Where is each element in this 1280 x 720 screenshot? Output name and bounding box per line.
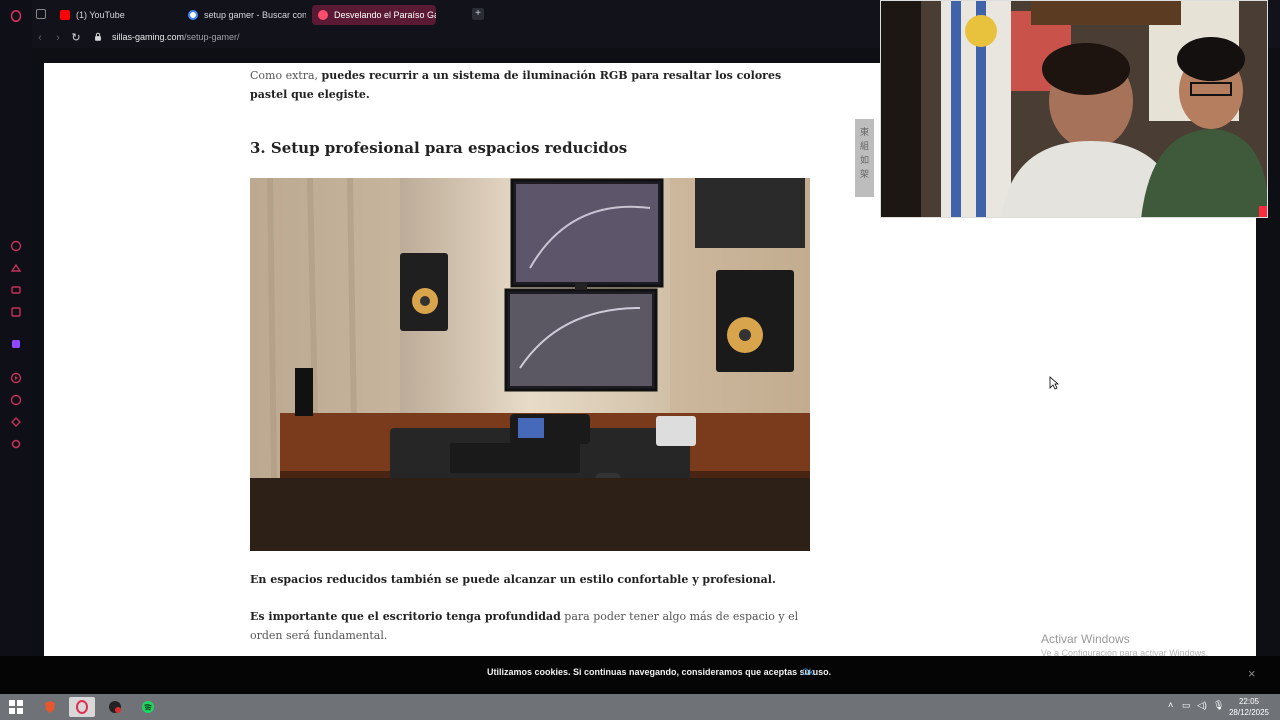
activate-windows-title: Activar Windows: [1041, 632, 1130, 646]
opera-gx-app-icon[interactable]: [69, 697, 95, 717]
paragraph-rgb: Como extra, puedes recurrir a un sistema…: [250, 66, 810, 104]
reload-icon[interactable]: ↻: [70, 32, 82, 44]
m-app-icon[interactable]: [8, 304, 24, 320]
clock-date: 28/12/2025: [1228, 708, 1270, 717]
tab-label: setup gamer - Buscar con: [204, 10, 306, 20]
text-bold: puedes recurrir a un sistema de iluminac…: [250, 69, 782, 101]
desk-setup-illustration: [250, 178, 810, 551]
messenger-icon[interactable]: [8, 282, 24, 298]
webcam-overlay: [880, 0, 1268, 218]
network-icon[interactable]: ▭: [1182, 700, 1191, 711]
lock-icon: [92, 32, 104, 44]
volume-icon[interactable]: ◁): [1197, 700, 1207, 711]
webcam-scene: [881, 1, 1267, 217]
paragraph-small-spaces: En espacios reducidos también se puede a…: [250, 573, 776, 586]
cookie-message: Utilizamos cookies. Si continuas navegan…: [487, 667, 832, 677]
microphone-favicon-icon: [318, 10, 328, 20]
settings-gear-icon[interactable]: [8, 436, 24, 452]
cookie-close-icon[interactable]: ×: [1248, 666, 1256, 681]
obs-app-icon[interactable]: [102, 697, 128, 717]
tab-label: (1) YouTube: [76, 10, 125, 20]
youtube-favicon-icon: [60, 10, 70, 20]
cookie-ok-link[interactable]: Ok: [802, 667, 814, 677]
spotify-app-icon[interactable]: [135, 697, 161, 717]
tab-google-search[interactable]: setup gamer - Buscar con: [182, 5, 306, 25]
new-tab-button[interactable]: +: [472, 8, 484, 20]
history-icon[interactable]: [8, 392, 24, 408]
floating-sticker: 東 組 如 架: [855, 119, 874, 197]
back-icon[interactable]: ‹: [34, 32, 46, 44]
tab-youtube[interactable]: (1) YouTube: [54, 5, 178, 25]
taskbar-clock[interactable]: 22:05 28/12/2025: [1224, 696, 1274, 718]
microphone-icon[interactable]: 🎙: [1213, 700, 1224, 711]
gx-corner-icon[interactable]: [8, 260, 24, 276]
forward-icon[interactable]: ›: [52, 32, 64, 44]
aria-icon[interactable]: [8, 238, 24, 254]
workspace-icon[interactable]: [36, 9, 46, 19]
twitch-icon[interactable]: [8, 336, 24, 352]
brave-app-icon[interactable]: [37, 697, 63, 717]
extensions-icon[interactable]: [8, 414, 24, 430]
url-path: /setup-gamer/: [184, 32, 240, 42]
url-domain: sillas-gaming.com: [112, 32, 185, 42]
opera-logo-icon[interactable]: [8, 8, 24, 24]
browser-sidebar: 0X ···: [0, 0, 32, 694]
screen: 0X ··· (1) YouTube setup gamer - Buscar …: [0, 0, 1280, 720]
tab-active-article[interactable]: Desvelando el Paraíso Gam: [312, 5, 436, 25]
tab-label: Desvelando el Paraíso Gam: [334, 10, 436, 20]
player-icon[interactable]: [8, 370, 24, 386]
windows-start-icon[interactable]: [3, 697, 29, 717]
paragraph-depth: Es importante que el escritorio tenga pr…: [250, 607, 810, 645]
tray-chevron-icon[interactable]: ˄: [1168, 700, 1173, 710]
setup-photo: [250, 178, 810, 551]
text-bold: Es importante que el escritorio tenga pr…: [250, 610, 561, 623]
clock-time: 22:05: [1238, 697, 1260, 706]
google-favicon-icon: [188, 10, 198, 20]
section-heading: 3. Setup profesional para espacios reduc…: [250, 139, 628, 157]
mouse-cursor-icon: [1049, 376, 1059, 390]
text-light: Como extra,: [250, 69, 322, 82]
url-field[interactable]: sillas-gaming.com/setup-gamer/: [112, 32, 240, 42]
cookie-banner: Utilizamos cookies. Si continuas navegan…: [0, 656, 1280, 694]
windows-taskbar: ˄ ▭ ◁) 🎙 22:05 28/12/2025: [0, 694, 1280, 720]
